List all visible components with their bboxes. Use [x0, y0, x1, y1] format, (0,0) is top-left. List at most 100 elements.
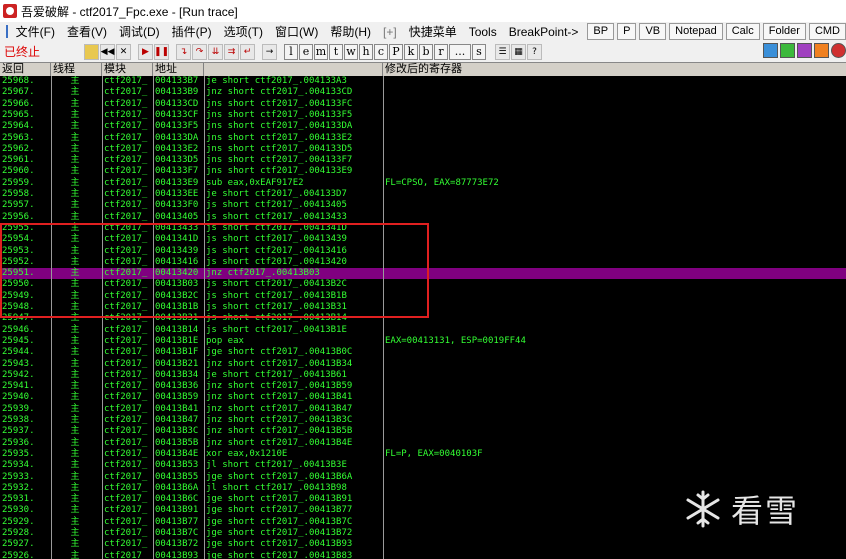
row-address: 00413B47 — [155, 415, 199, 425]
table-row[interactable]: 25926. 主 ctf2017_ 00413B93 jge short ctf2017… — [0, 551, 846, 559]
modules-button[interactable]: e — [299, 43, 313, 60]
table-row[interactable]: 25944. 主 ctf2017_ 00413B1F jge short ctf2017… — [0, 347, 846, 358]
table-row[interactable]: 25939. 主 ctf2017_ 00413B41 jnz short ctf2017… — [0, 404, 846, 415]
plugin-orange-icon[interactable] — [814, 43, 829, 58]
list-icon[interactable]: ☰ — [495, 43, 510, 60]
cmd-button[interactable]: CMD — [808, 23, 846, 40]
refresh-icon[interactable] — [763, 43, 778, 58]
table-row[interactable]: 25964. 主 ctf2017_ 004133F5 jns short ctf2017… — [0, 121, 846, 132]
row-address: 00413B72 — [155, 539, 199, 550]
p-button[interactable]: P — [617, 23, 637, 40]
menu-help[interactable]: 帮助(H) — [324, 23, 377, 40]
table-row[interactable]: 25933. 主 ctf2017_ 00413B55 jge short ctf2017… — [0, 472, 846, 483]
cpu-button[interactable]: c — [374, 43, 388, 60]
system-menu-icon[interactable] — [6, 25, 8, 38]
table-row[interactable]: 25956. 主 ctf2017_ 00413405 js short ctf2017_… — [0, 212, 846, 223]
header-thread[interactable]: 线程 — [51, 63, 102, 76]
vb-button[interactable]: VB — [639, 23, 667, 40]
notepad-button[interactable]: Notepad — [669, 23, 723, 40]
plugin-purple-icon[interactable] — [797, 43, 812, 58]
row-address: 00413B53 — [155, 460, 199, 471]
row-index: 25936. — [2, 437, 35, 448]
menu-plugins[interactable]: 插件(P) — [166, 23, 218, 40]
row-address: 00413B5B — [155, 437, 199, 448]
folder-button[interactable]: Folder — [762, 23, 806, 40]
memory-button[interactable]: m — [314, 43, 328, 60]
table-row[interactable]: 25958. 主 ctf2017_ 004133EE je short ctf2017_… — [0, 189, 846, 200]
table-row[interactable]: 25940. 主 ctf2017_ 00413B59 jnz short ctf2017… — [0, 392, 846, 403]
execute-till-return-icon[interactable]: ↵ — [240, 43, 255, 60]
table-row[interactable]: 25962. 主 ctf2017_ 004133E2 jns short ctf2017… — [0, 144, 846, 155]
menu-file[interactable]: 文件(F) — [10, 23, 61, 40]
log-button[interactable]: l — [284, 43, 298, 60]
source-button[interactable]: s — [472, 43, 486, 60]
run-trace-button[interactable]: ... — [449, 43, 471, 60]
menu-shortcuts[interactable]: 快捷菜单 — [403, 23, 463, 40]
menu-expand[interactable]: [+] — [377, 25, 403, 39]
table-row[interactable]: 25961. 主 ctf2017_ 004133D5 jns short ctf2017… — [0, 155, 846, 166]
bp-button[interactable]: BP — [587, 23, 615, 40]
row-thread: 主 — [70, 550, 80, 559]
threads-button[interactable]: t — [329, 43, 343, 60]
handles-button[interactable]: h — [359, 43, 373, 60]
go-to-icon[interactable]: → — [262, 43, 277, 60]
call-stack-button[interactable]: k — [404, 43, 418, 60]
table-row[interactable]: 25937. 主 ctf2017_ 00413B3C jnz short ctf2017… — [0, 426, 846, 437]
table-row[interactable]: 25938. 主 ctf2017_ 00413B47 jnz short ctf2017… — [0, 415, 846, 426]
row-module: ctf2017_ — [104, 369, 148, 380]
row-address: 00413B6A — [155, 482, 199, 493]
table-row[interactable]: 25941. 主 ctf2017_ 00413B36 jnz short ctf2017… — [0, 381, 846, 392]
table-row[interactable]: 25927. 主 ctf2017_ 00413B72 jge short ctf2017… — [0, 539, 846, 550]
row-module: ctf2017_ — [104, 415, 148, 425]
help-icon[interactable]: ? — [527, 43, 542, 60]
layout-icon[interactable]: ▦ — [511, 43, 526, 60]
header-address[interactable]: 地址 — [153, 63, 204, 76]
table-row[interactable]: 25935. 主 ctf2017_ 00413B4E xor eax,0x1210E FL… — [0, 449, 846, 460]
table-row[interactable]: 25963. 主 ctf2017_ 004133DA jns short ctf2017… — [0, 133, 846, 144]
table-row[interactable]: 25943. 主 ctf2017_ 00413B21 jnz short ctf2017… — [0, 359, 846, 370]
table-row[interactable]: 25957. 主 ctf2017_ 004133F0 js short ctf2017_… — [0, 200, 846, 211]
table-row[interactable]: 25960. 主 ctf2017_ 004133F7 jns short ctf2017… — [0, 166, 846, 177]
windows-button[interactable]: w — [344, 43, 358, 60]
step-into-icon[interactable]: ↴ — [176, 43, 191, 60]
pause-icon[interactable]: ❚❚ — [154, 43, 169, 60]
menu-window[interactable]: 窗口(W) — [269, 23, 324, 40]
table-row[interactable]: 25967. 主 ctf2017_ 004133B9 jnz short ctf2017… — [0, 87, 846, 98]
row-index: 25930. — [2, 505, 35, 516]
table-row[interactable]: 25959. 主 ctf2017_ 004133E9 sub eax,0xEAF917E… — [0, 178, 846, 189]
rewind-icon[interactable]: ◀◀ — [100, 43, 115, 60]
table-row[interactable]: 25965. 主 ctf2017_ 004133CF jns short ctf2017… — [0, 110, 846, 121]
table-row[interactable]: 25945. 主 ctf2017_ 00413B1E pop eax EAX=004131… — [0, 336, 846, 347]
menu-debug[interactable]: 调试(D) — [113, 23, 166, 40]
references-button[interactable]: r — [434, 43, 448, 60]
header-module[interactable]: 模块 — [102, 63, 153, 76]
trace-over-icon[interactable]: ⇉ — [224, 43, 239, 60]
plugin-green-icon[interactable] — [780, 43, 795, 58]
calc-button[interactable]: Calc — [725, 23, 760, 40]
row-index: 25932. — [2, 482, 35, 493]
breakpoints-button[interactable]: b — [419, 43, 433, 60]
menu-tools[interactable]: Tools — [463, 25, 503, 39]
table-row[interactable]: 25934. 主 ctf2017_ 00413B53 jl short ctf2017_… — [0, 460, 846, 471]
table-row[interactable]: 25936. 主 ctf2017_ 00413B5B jnz short ctf2017… — [0, 438, 846, 449]
header-modified-registers[interactable]: 修改后的寄存器 — [383, 63, 846, 76]
menu-view[interactable]: 查看(V) — [61, 23, 113, 40]
trace-into-icon[interactable]: ⇊ — [208, 43, 223, 60]
open-icon[interactable] — [84, 43, 99, 60]
row-registers: FL=CPSO, EAX=87773E72 — [385, 177, 499, 188]
table-row[interactable]: 25946. 主 ctf2017_ 00413B14 js short ctf2017_… — [0, 325, 846, 336]
menu-breakpoint[interactable]: BreakPoint-> — [503, 25, 585, 39]
row-index: 25942. — [2, 369, 35, 380]
row-index: 25927. — [2, 539, 35, 550]
table-row[interactable]: 25966. 主 ctf2017_ 004133CD jns short ctf2017… — [0, 99, 846, 110]
run-icon[interactable]: ▶ — [138, 43, 153, 60]
step-over-icon[interactable]: ↷ — [192, 43, 207, 60]
patches-button[interactable]: P — [389, 43, 403, 60]
plugin-red-icon[interactable] — [831, 43, 846, 58]
table-row[interactable]: 25942. 主 ctf2017_ 00413B34 je short ctf2017_… — [0, 370, 846, 381]
table-row[interactable]: 25968. 主 ctf2017_ 004133B7 je short ctf2017_… — [0, 76, 846, 87]
header-command[interactable] — [204, 63, 383, 76]
close-icon[interactable]: ✕ — [116, 43, 131, 60]
menu-options[interactable]: 选项(T) — [218, 23, 269, 40]
header-return[interactable]: 返回 — [0, 63, 51, 76]
